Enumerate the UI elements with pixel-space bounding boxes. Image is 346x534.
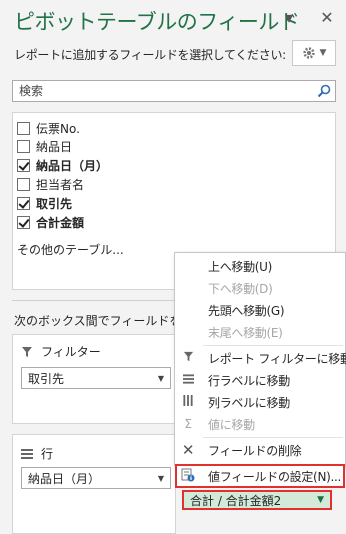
menu-item-label: 値フィールドの設定(N)... <box>208 469 342 484</box>
filter-icon <box>22 346 32 357</box>
rows-area: 行 納品日（月） ▼ <box>12 434 176 534</box>
pane-options-dropdown[interactable]: ▾ <box>278 8 300 28</box>
menu-item-label: 先頭へ移動(G) <box>208 303 285 318</box>
rows-icon <box>181 373 195 387</box>
menu-item-move-to-end[interactable]: 末尾へ移動(E) <box>175 321 345 343</box>
menu-item-label: フィールドの削除 <box>208 443 302 458</box>
filter-area: フィルター 取引先 ▼ <box>12 334 176 424</box>
delete-x-icon: ✕ <box>181 441 195 459</box>
field-label: 納品日（月） <box>36 158 109 173</box>
columns-icon <box>181 395 195 409</box>
filter-area-title: フィルター <box>41 345 101 359</box>
menu-item-remove-field[interactable]: ✕ フィールドの削除 <box>175 439 345 461</box>
chevron-down-icon: ▼ <box>319 48 327 58</box>
field-label: 担当者名 <box>36 177 85 192</box>
menu-item-move-to-filter[interactable]: レポート フィルターに移動 <box>175 347 346 369</box>
tools-button[interactable]: ▼ <box>292 40 336 66</box>
menu-item-move-to-columns[interactable]: 列ラベルに移動 <box>175 391 345 413</box>
filter-field-label: 取引先 <box>28 371 65 386</box>
chevron-down-icon: ▼ <box>317 495 324 505</box>
menu-item-label: 上へ移動(U) <box>208 259 273 274</box>
menu-item-move-down[interactable]: 下へ移動(D) <box>175 277 345 299</box>
field-item[interactable]: 伝票No. <box>17 119 80 137</box>
sigma-icon: Σ <box>184 417 192 431</box>
field-item[interactable]: 納品日 <box>17 137 72 155</box>
row-field-label: 納品日（月） <box>28 471 101 486</box>
value-field-item[interactable]: 合計 / 合計金額2 ▼ <box>182 490 332 510</box>
menu-item-label: 下へ移動(D) <box>208 281 273 296</box>
menu-item-value-field-settings[interactable]: 値フィールドの設定(N)... <box>175 464 345 488</box>
field-item[interactable]: 納品日（月） <box>17 156 108 174</box>
more-tables-link[interactable]: その他のテーブル... <box>17 241 124 258</box>
field-checkbox[interactable] <box>17 139 30 153</box>
field-label: 伝票No. <box>36 121 80 136</box>
areas-hint: 次のボックス間でフィールドをドラッグ <box>14 314 174 328</box>
pane-subtitle: レポートに追加するフィールドを選択してください: <box>14 48 286 62</box>
context-menu: 上へ移動(U) 下へ移動(D) 先頭へ移動(G) 末尾へ移動(E) レポート フ… <box>174 252 346 466</box>
search-input[interactable] <box>17 83 317 99</box>
menu-item-label: レポート フィルターに移動 <box>208 351 346 366</box>
chevron-down-icon: ▾ <box>284 8 294 27</box>
field-checkbox[interactable] <box>17 196 30 210</box>
menu-item-label: 行ラベルに移動 <box>208 373 290 388</box>
filter-field-dropdown[interactable]: 取引先 ▼ <box>21 367 171 389</box>
filter-area-header: フィルター <box>21 343 101 360</box>
rows-icon <box>21 448 33 459</box>
menu-item-label: 末尾へ移動(E) <box>208 325 283 340</box>
row-field-dropdown[interactable]: 納品日（月） ▼ <box>21 467 171 489</box>
value-field-label: 合計 / 合計金額2 <box>190 493 282 508</box>
rows-area-header: 行 <box>21 445 53 462</box>
close-icon: ✕ <box>320 8 334 27</box>
field-checkbox[interactable] <box>17 177 30 191</box>
filter-icon <box>181 351 195 365</box>
field-item[interactable]: 取引先 <box>17 194 72 212</box>
field-label: 納品日 <box>36 139 73 154</box>
menu-separator <box>203 437 343 438</box>
menu-item-label: 列ラベルに移動 <box>208 395 290 410</box>
search-icon[interactable] <box>317 84 331 98</box>
rows-area-title: 行 <box>41 447 54 461</box>
gear-icon <box>302 47 315 59</box>
menu-item-move-to-top[interactable]: 先頭へ移動(G) <box>175 299 345 321</box>
field-item[interactable]: 担当者名 <box>17 175 84 193</box>
chevron-down-icon: ▼ <box>157 473 164 483</box>
chevron-down-icon: ▼ <box>157 373 164 383</box>
menu-item-move-to-rows[interactable]: 行ラベルに移動 <box>175 369 345 391</box>
field-search[interactable] <box>12 80 336 102</box>
menu-separator <box>203 345 343 346</box>
menu-item-move-up[interactable]: 上へ移動(U) <box>175 255 345 277</box>
close-pane-button[interactable]: ✕ <box>316 8 338 28</box>
field-settings-icon <box>181 468 195 485</box>
field-item[interactable]: 合計金額 <box>17 213 84 231</box>
field-checkbox[interactable] <box>17 158 30 172</box>
field-label: 取引先 <box>36 196 73 211</box>
pane-title: ピボットテーブルのフィールド <box>14 10 300 34</box>
menu-item-label: 値に移動 <box>208 417 255 432</box>
field-checkbox[interactable] <box>17 121 30 135</box>
field-checkbox[interactable] <box>17 215 30 229</box>
field-label: 合計金額 <box>36 215 85 230</box>
menu-item-move-to-values[interactable]: Σ 値に移動 <box>175 413 345 435</box>
